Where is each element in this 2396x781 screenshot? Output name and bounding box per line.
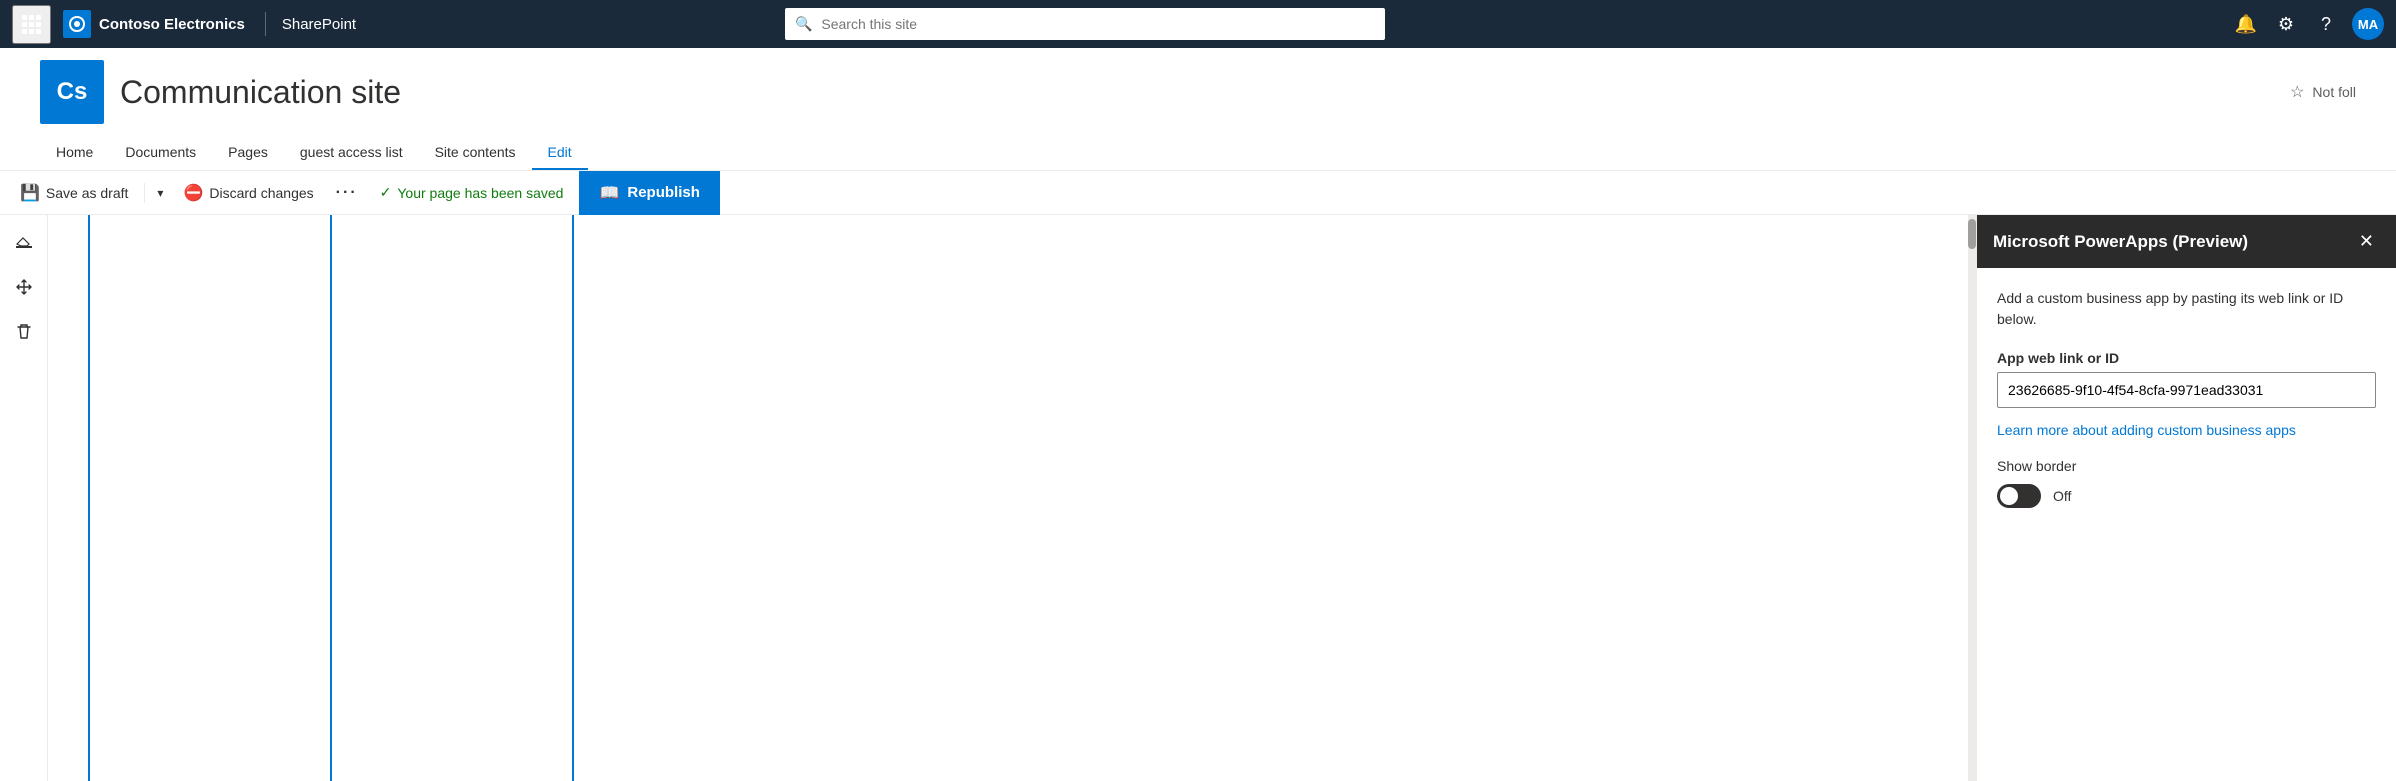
save-icon: 💾 xyxy=(20,183,40,203)
toggle-container: Off xyxy=(1997,484,2376,508)
panel-title: Microsoft PowerApps (Preview) xyxy=(1993,232,2248,252)
site-logo-area: Cs Communication site xyxy=(40,60,401,124)
chevron-down-icon: ▾ xyxy=(157,186,163,200)
topbar-right: 🔔 ⚙ ? MA xyxy=(2228,6,2384,42)
panel-body: Add a custom business app by pasting its… xyxy=(1977,268,2396,781)
toolbar-divider-1 xyxy=(144,183,145,203)
page-canvas xyxy=(48,215,1976,781)
site-logo[interactable]: Contoso Electronics xyxy=(55,10,253,38)
app-link-input[interactable] xyxy=(1997,372,2376,408)
settings-button[interactable]: ⚙ xyxy=(2268,6,2304,42)
search-container: 🔍 xyxy=(785,8,1385,40)
republish-icon: 📖 xyxy=(599,183,619,203)
page-content-area xyxy=(48,215,1976,781)
nav-pages[interactable]: Pages xyxy=(212,136,284,170)
more-options-button[interactable]: ··· xyxy=(326,171,368,215)
check-icon: ✓ xyxy=(380,184,392,201)
learn-more-link[interactable]: Learn more about adding custom business … xyxy=(1997,422,2376,438)
site-title: Communication site xyxy=(120,74,401,111)
help-icon: ? xyxy=(2321,14,2331,35)
show-border-label: Show border xyxy=(1997,458,2376,474)
republish-label: Republish xyxy=(627,184,700,201)
saved-text: Your page has been saved xyxy=(397,185,563,201)
app-name: SharePoint xyxy=(274,16,364,33)
topbar-divider xyxy=(265,12,266,36)
powerapps-panel: Microsoft PowerApps (Preview) ✕ Add a cu… xyxy=(1976,215,2396,781)
nav-site-contents[interactable]: Site contents xyxy=(419,136,532,170)
app-link-label: App web link or ID xyxy=(1997,350,2376,366)
move-tool-button[interactable] xyxy=(6,271,42,307)
site-header-right: ☆ Not foll xyxy=(2290,82,2356,102)
topbar: Contoso Electronics SharePoint 🔍 🔔 ⚙ ? M… xyxy=(0,0,2396,48)
site-nav: Home Documents Pages guest access list S… xyxy=(40,132,2356,170)
edit-tool-button[interactable] xyxy=(6,227,42,263)
show-border-toggle[interactable] xyxy=(1997,484,2041,508)
scrollbar-track[interactable] xyxy=(1968,215,1976,781)
nav-home[interactable]: Home xyxy=(40,136,109,170)
discard-button[interactable]: ⛔ Discard changes xyxy=(171,171,325,215)
edit-toolbar: 💾 Save as draft ▾ ⛔ Discard changes ··· … xyxy=(0,171,2396,215)
nav-guest-access[interactable]: guest access list xyxy=(284,136,419,170)
ellipsis-icon: ··· xyxy=(336,184,358,202)
avatar[interactable]: MA xyxy=(2352,8,2384,40)
nav-edit[interactable]: Edit xyxy=(532,136,588,170)
site-logo-box: Cs xyxy=(40,60,104,124)
scrollbar-thumb[interactable] xyxy=(1968,219,1976,249)
contoso-logo-icon xyxy=(63,10,91,38)
save-draft-chevron[interactable]: ▾ xyxy=(149,171,171,215)
gear-icon: ⚙ xyxy=(2278,14,2294,35)
logo-text: Contoso Electronics xyxy=(99,16,245,33)
follow-text: Not foll xyxy=(2312,84,2356,100)
move-icon xyxy=(15,278,33,301)
panel-close-button[interactable]: ✕ xyxy=(2353,229,2380,254)
main-area: Microsoft PowerApps (Preview) ✕ Add a cu… xyxy=(0,215,2396,781)
search-input[interactable] xyxy=(785,8,1385,40)
delete-tool-button[interactable] xyxy=(6,315,42,351)
panel-header: Microsoft PowerApps (Preview) ✕ xyxy=(1977,215,2396,268)
trash-icon xyxy=(15,322,33,345)
waffle-icon xyxy=(22,15,41,34)
left-sidebar xyxy=(0,215,48,781)
bell-icon: 🔔 xyxy=(2235,14,2257,35)
site-header: Cs Communication site ☆ Not foll Home Do… xyxy=(0,48,2396,171)
edit-pencil-icon xyxy=(15,234,33,257)
search-icon: 🔍 xyxy=(795,16,812,33)
saved-message: ✓ Your page has been saved xyxy=(368,184,576,201)
discard-label: Discard changes xyxy=(209,185,313,201)
panel-description: Add a custom business app by pasting its… xyxy=(1997,288,2376,330)
site-header-top: Cs Communication site ☆ Not foll xyxy=(40,60,2356,132)
toggle-state-label: Off xyxy=(2053,488,2071,504)
discard-icon: ⛔ xyxy=(183,183,203,203)
toggle-knob xyxy=(2000,487,2018,505)
save-draft-button[interactable]: 💾 Save as draft xyxy=(8,171,140,215)
nav-documents[interactable]: Documents xyxy=(109,136,212,170)
republish-button[interactable]: 📖 Republish xyxy=(579,171,719,215)
waffle-button[interactable] xyxy=(12,5,51,44)
notifications-button[interactable]: 🔔 xyxy=(2228,6,2264,42)
save-draft-label: Save as draft xyxy=(46,185,129,201)
help-button[interactable]: ? xyxy=(2308,6,2344,42)
star-icon[interactable]: ☆ xyxy=(2290,82,2304,102)
